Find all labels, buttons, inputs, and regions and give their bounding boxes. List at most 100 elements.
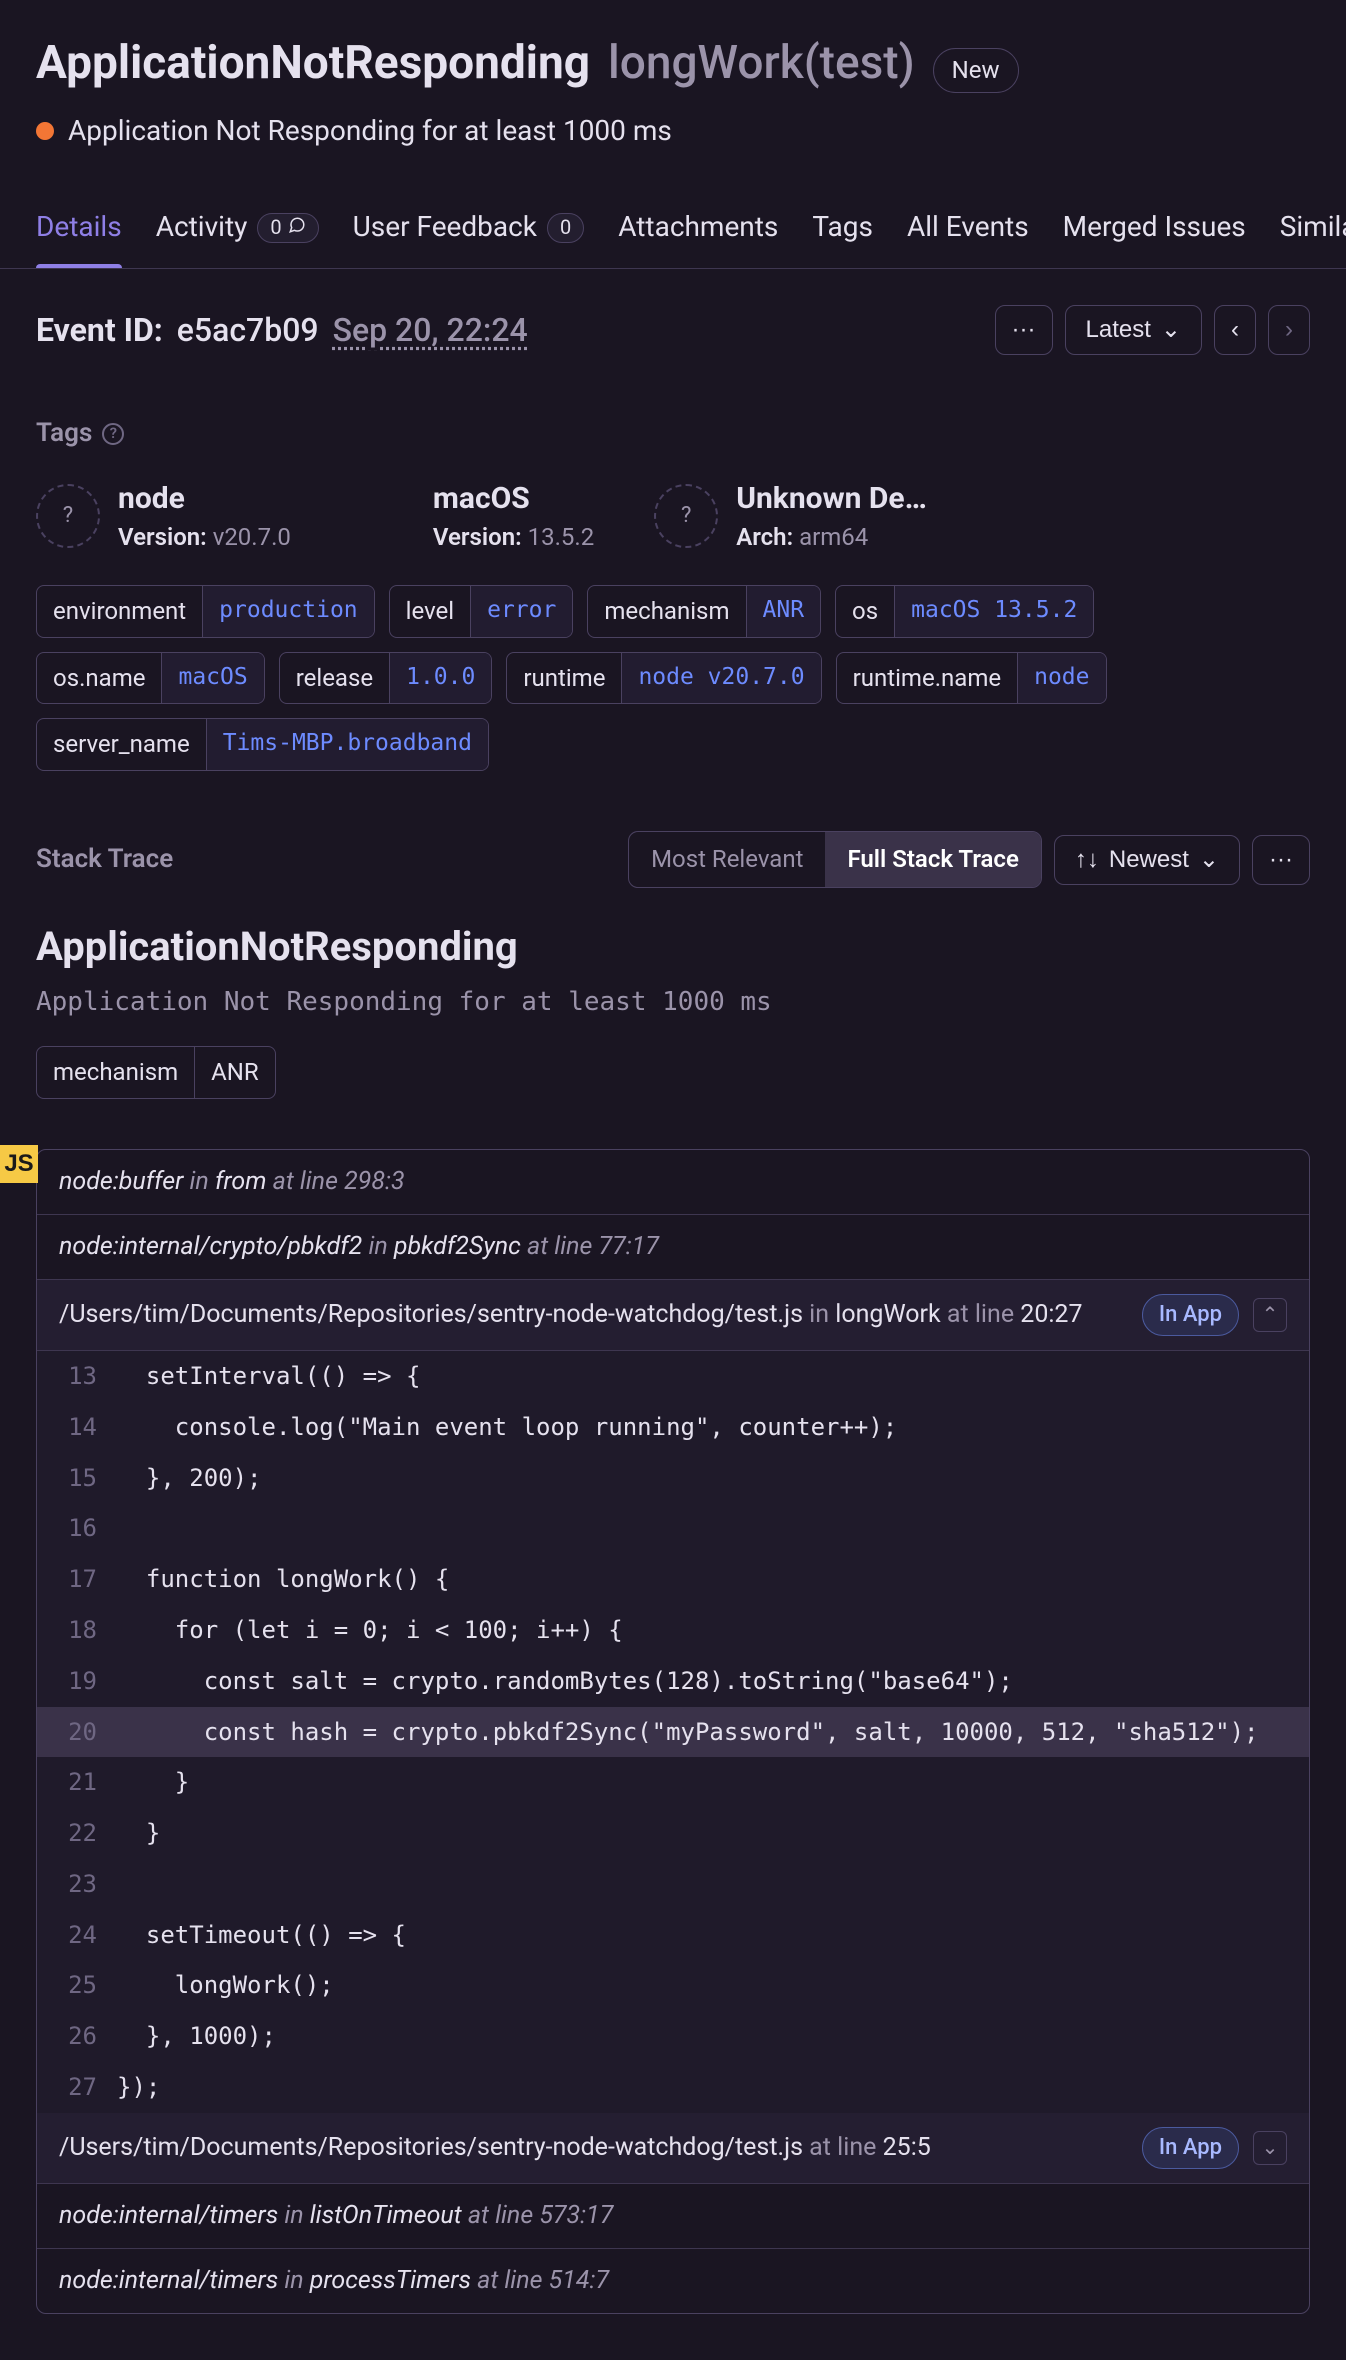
tab-user-feedback[interactable]: User Feedback0	[353, 191, 585, 268]
code-line: 14 console.log("Main event loop running"…	[37, 1402, 1309, 1453]
stacktrace-header: Stack Trace Most Relevant Full Stack Tra…	[36, 831, 1310, 888]
tag-key: release	[280, 653, 389, 704]
tag-key: os	[836, 586, 894, 637]
issue-tabs: DetailsActivity0User Feedback0Attachment…	[0, 191, 1346, 269]
code-block: 13 setInterval(() => {14 console.log("Ma…	[37, 1351, 1309, 2113]
tag-key: os.name	[37, 653, 161, 704]
seg-full-stacktrace[interactable]: Full Stack Trace	[825, 832, 1040, 887]
code-line: 23	[37, 1859, 1309, 1910]
env-item[interactable]: macOSVersion: 13.5.2	[351, 477, 594, 555]
tag-key: level	[390, 586, 470, 637]
tab-tags[interactable]: Tags	[812, 191, 873, 268]
tab-similar-issues[interactable]: Similar Issues	[1280, 191, 1346, 268]
frame-row[interactable]: node:internal/timers in listOnTimeout at…	[37, 2184, 1309, 2249]
issue-function: longWork(test)	[608, 30, 915, 97]
seg-most-relevant[interactable]: Most Relevant	[629, 832, 825, 887]
code-source: setTimeout(() => {	[117, 1910, 1309, 1961]
tag-value: 1.0.0	[389, 653, 491, 704]
event-prev-button[interactable]: ‹	[1214, 305, 1256, 355]
tag-pill[interactable]: runtime.namenode	[836, 652, 1107, 705]
line-number: 13	[37, 1351, 117, 1402]
tag-value: macOS	[161, 653, 263, 704]
frame-row[interactable]: node:internal/timers in processTimers at…	[37, 2249, 1309, 2313]
tab-details[interactable]: Details	[36, 191, 122, 268]
tag-key: server_name	[37, 719, 206, 770]
event-latest-label: Latest	[1086, 316, 1151, 344]
tags-section-label: Tags ?	[36, 415, 1310, 453]
code-source: const hash = crypto.pbkdf2Sync("myPasswo…	[117, 1707, 1309, 1758]
chevron-down-icon[interactable]: ⌄	[1253, 2131, 1287, 2165]
frames-list: node:buffer in from at line 298:3node:in…	[36, 1149, 1310, 2315]
tag-pill[interactable]: server_nameTims-MBP.broadband	[36, 718, 489, 771]
code-line: 22 }	[37, 1808, 1309, 1859]
code-source: const salt = crypto.randomBytes(128).toS…	[117, 1656, 1309, 1707]
event-latest-button[interactable]: Latest ⌄	[1065, 305, 1203, 355]
line-number: 22	[37, 1808, 117, 1859]
frames-container: JS node:buffer in from at line 298:3node…	[36, 1149, 1310, 2315]
chevron-left-icon: ‹	[1231, 316, 1239, 344]
help-icon[interactable]: ?	[102, 423, 124, 445]
language-badge: JS	[0, 1145, 38, 1184]
frame-row[interactable]: /Users/tim/Documents/Repositories/sentry…	[37, 1280, 1309, 1351]
tab-label: Activity	[156, 207, 248, 248]
tab-badge: 0	[547, 213, 584, 243]
tab-merged-issues[interactable]: Merged Issues	[1063, 191, 1246, 268]
event-more-button[interactable]: ···	[995, 305, 1053, 355]
tag-pill[interactable]: release1.0.0	[279, 652, 493, 705]
tag-value: production	[202, 586, 373, 637]
environment-summary: ?nodeVersion: v20.7.0 macOSVersion: 13.5.…	[36, 477, 1310, 555]
sort-icon: ↑↓	[1075, 846, 1099, 874]
env-item[interactable]: ?nodeVersion: v20.7.0	[36, 477, 291, 555]
env-title: macOS	[433, 477, 594, 521]
unknown-icon: ?	[654, 484, 718, 548]
line-number: 18	[37, 1605, 117, 1656]
code-line: 15 }, 200);	[37, 1453, 1309, 1504]
tab-activity[interactable]: Activity0	[156, 191, 319, 268]
code-source: }	[117, 1808, 1309, 1859]
code-source: console.log("Main event loop running", c…	[117, 1402, 1309, 1453]
stacktrace-sort-button[interactable]: ↑↓ Newest ⌄	[1054, 835, 1240, 885]
tag-value: node v20.7.0	[621, 653, 820, 704]
frame-location: /Users/tim/Documents/Repositories/sentry…	[59, 1297, 1083, 1333]
mechanism-key: mechanism	[37, 1047, 194, 1098]
tag-key: runtime	[507, 653, 621, 704]
tab-attachments[interactable]: Attachments	[618, 191, 778, 268]
tab-all-events[interactable]: All Events	[907, 191, 1029, 268]
code-line: 25 longWork();	[37, 1960, 1309, 2011]
env-sub: Arch: arm64	[736, 520, 927, 555]
chevron-down-icon: ⌄	[1199, 845, 1219, 874]
line-number: 23	[37, 1859, 117, 1910]
frame-row[interactable]: node:internal/crypto/pbkdf2 in pbkdf2Syn…	[37, 1215, 1309, 1280]
event-date[interactable]: Sep 20, 22:24	[333, 307, 528, 353]
tags-label-text: Tags	[36, 415, 92, 453]
code-line: 27});	[37, 2062, 1309, 2113]
in-app-badge: In App	[1142, 1294, 1239, 1336]
exception-subtitle: Application Not Responding for at least …	[36, 984, 1310, 1022]
exception-title: ApplicationNotResponding	[36, 918, 1310, 976]
line-number: 25	[37, 1960, 117, 2011]
mechanism-pill[interactable]: mechanism ANR	[36, 1046, 276, 1099]
tag-pill[interactable]: mechanismANR	[587, 585, 821, 638]
env-item[interactable]: ?Unknown De…Arch: arm64	[654, 477, 927, 555]
tag-value: node	[1017, 653, 1105, 704]
frame-row[interactable]: node:buffer in from at line 298:3	[37, 1150, 1309, 1215]
code-source: function longWork() {	[117, 1554, 1309, 1605]
tag-pill[interactable]: levelerror	[389, 585, 574, 638]
tag-pill[interactable]: environmentproduction	[36, 585, 375, 638]
line-number: 24	[37, 1910, 117, 1961]
tag-pill[interactable]: runtimenode v20.7.0	[506, 652, 821, 705]
event-header: Event ID: e5ac7b09 Sep 20, 22:24 ··· Lat…	[36, 305, 1310, 355]
stacktrace-more-button[interactable]: ···	[1252, 835, 1310, 885]
event-next-button[interactable]: ›	[1268, 305, 1310, 355]
code-line: 17 function longWork() {	[37, 1554, 1309, 1605]
tag-value: macOS 13.5.2	[894, 586, 1093, 637]
tag-pill[interactable]: os.namemacOS	[36, 652, 265, 705]
code-line: 16	[37, 1503, 1309, 1554]
status-badge: New	[933, 48, 1019, 93]
stacktrace-view-toggle: Most Relevant Full Stack Trace	[628, 831, 1042, 888]
chevron-up-icon[interactable]: ⌃	[1253, 1298, 1287, 1332]
tag-pill[interactable]: osmacOS 13.5.2	[835, 585, 1094, 638]
frame-row[interactable]: /Users/tim/Documents/Repositories/sentry…	[37, 2113, 1309, 2184]
frame-location: node:internal/timers in processTimers at…	[59, 2263, 609, 2299]
env-title: node	[118, 477, 291, 521]
